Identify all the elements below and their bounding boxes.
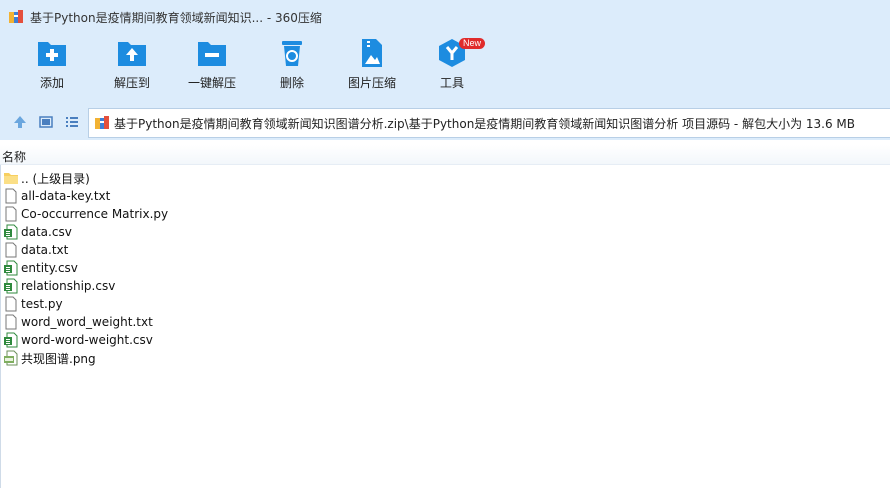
list-item[interactable]: data.csv bbox=[0, 223, 890, 241]
python-file-icon bbox=[5, 206, 17, 222]
extract-to-button[interactable]: 解压到 bbox=[97, 38, 167, 100]
csv-file-icon bbox=[4, 224, 18, 240]
archive-icon bbox=[95, 116, 109, 129]
delete-button[interactable]: 删除 bbox=[257, 38, 327, 100]
text-file-icon bbox=[5, 188, 17, 204]
one-click-extract-button[interactable]: 一键解压 bbox=[177, 38, 247, 100]
list-item-parent-dir[interactable]: .. (上级目录) bbox=[0, 169, 890, 187]
toolbar: 添加 解压到 一键解压 删除 图片压缩 New 工具 bbox=[0, 34, 890, 104]
column-header-name[interactable]: 名称 bbox=[0, 145, 890, 165]
text-file-icon bbox=[5, 314, 17, 330]
list-item[interactable]: all-data-key.txt bbox=[0, 187, 890, 205]
list-item[interactable]: test.py bbox=[0, 295, 890, 313]
up-arrow-icon[interactable] bbox=[12, 114, 28, 130]
add-icon bbox=[38, 42, 66, 66]
delete-icon bbox=[282, 41, 302, 66]
python-file-icon bbox=[5, 296, 17, 312]
image-compress-icon bbox=[362, 39, 382, 67]
list-item[interactable]: Co-occurrence Matrix.py bbox=[0, 205, 890, 223]
image-file-icon bbox=[4, 350, 18, 366]
list-item[interactable]: 共现图谱.png bbox=[0, 349, 890, 367]
extract-to-icon bbox=[118, 42, 146, 66]
file-list: .. (上级目录) all-data-key.txt Co-occurrence… bbox=[0, 169, 890, 367]
title-bar: 基于Python是疫情期间教育领域新闻知识... - 360压缩 bbox=[0, 0, 890, 34]
add-button[interactable]: 添加 bbox=[17, 38, 87, 100]
thumbnail-view-icon[interactable] bbox=[38, 114, 54, 130]
tools-button[interactable]: New 工具 bbox=[417, 38, 487, 100]
folder-icon bbox=[4, 173, 18, 184]
text-file-icon bbox=[5, 242, 17, 258]
image-compress-button[interactable]: 图片压缩 bbox=[337, 38, 407, 100]
address-bar[interactable]: 基于Python是疫情期间教育领域新闻知识图谱分析.zip\基于Python是疫… bbox=[88, 108, 890, 138]
new-badge: New bbox=[459, 38, 486, 49]
list-item[interactable]: relationship.csv bbox=[0, 277, 890, 295]
window-title: 基于Python是疫情期间教育领域新闻知识... - 360压缩 bbox=[30, 10, 322, 25]
csv-file-icon bbox=[4, 332, 18, 348]
list-item[interactable]: word_word_weight.txt bbox=[0, 313, 890, 331]
list-item[interactable]: entity.csv bbox=[0, 259, 890, 277]
app-logo-icon bbox=[9, 10, 23, 23]
one-click-extract-icon bbox=[198, 42, 226, 66]
address-row: 基于Python是疫情期间教育领域新闻知识图谱分析.zip\基于Python是疫… bbox=[0, 104, 890, 140]
list-item[interactable]: word-word-weight.csv bbox=[0, 331, 890, 349]
list-item[interactable]: data.txt bbox=[0, 241, 890, 259]
list-view-icon[interactable] bbox=[64, 114, 80, 130]
address-path: 基于Python是疫情期间教育领域新闻知识图谱分析.zip\基于Python是疫… bbox=[114, 116, 856, 131]
csv-file-icon bbox=[4, 278, 18, 294]
csv-file-icon bbox=[4, 260, 18, 276]
